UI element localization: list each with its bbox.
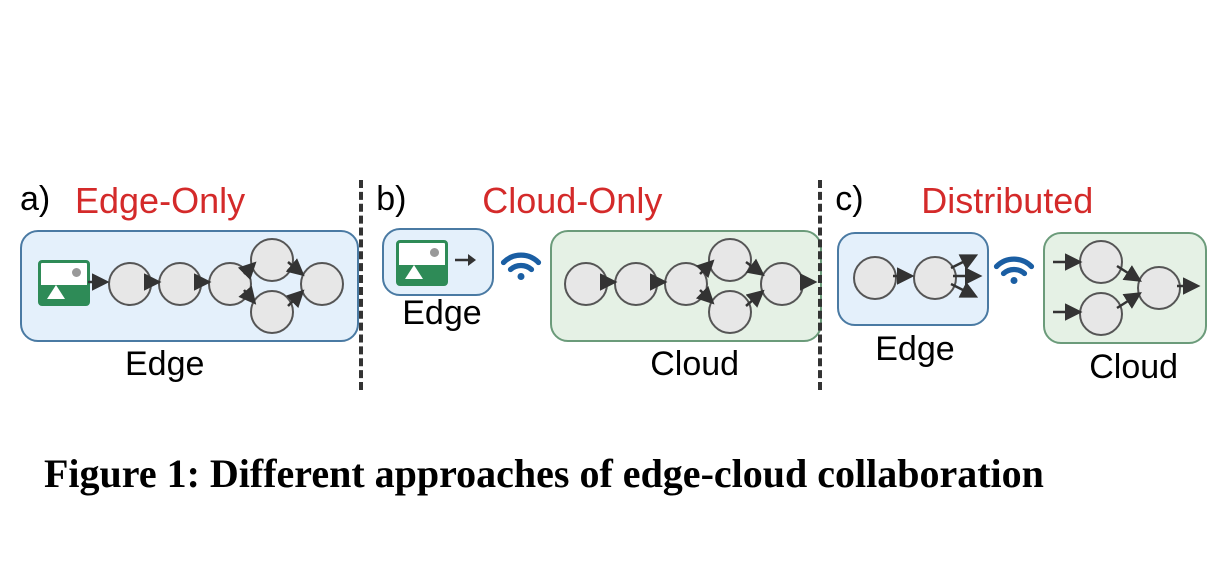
panel-a-title: Edge-Only	[75, 180, 245, 222]
nn-node	[108, 262, 152, 306]
wifi-icon	[993, 252, 1035, 288]
panel-b-label: b)	[376, 180, 406, 219]
vertical-divider	[818, 180, 822, 390]
nn-node	[708, 238, 752, 282]
nn-node	[760, 262, 804, 306]
arrow-icon	[454, 252, 476, 268]
separator-ab	[355, 190, 372, 430]
panel-c-edge-caption: Edge	[875, 330, 954, 369]
nn-node	[250, 290, 294, 334]
nn-node	[564, 262, 608, 306]
vertical-divider	[359, 180, 363, 390]
nn-node	[158, 262, 202, 306]
panel-a-label: a)	[20, 180, 50, 219]
nn-node	[1137, 266, 1181, 310]
panel-c-cloud-caption: Cloud	[1089, 348, 1178, 387]
separator-bc	[814, 190, 831, 430]
figure-caption: Figure 1: Different approaches of edge-c…	[0, 450, 1223, 497]
panel-c-title: Distributed	[921, 180, 1093, 222]
nn-node	[614, 262, 658, 306]
figure-stage: a) Edge-Only	[0, 0, 1223, 569]
image-icon	[38, 260, 90, 306]
nn-node	[853, 256, 897, 300]
panel-a: a) Edge-Only	[20, 190, 355, 430]
nn-node	[250, 238, 294, 282]
panel-b-cloud-caption: Cloud	[650, 345, 739, 384]
diagram-row: a) Edge-Only	[20, 190, 1200, 430]
panel-c-cloud-box	[1043, 232, 1207, 344]
nn-node	[1079, 292, 1123, 336]
panel-c: c) Distributed Edge	[831, 190, 1200, 430]
nn-node	[664, 262, 708, 306]
panel-b-title: Cloud-Only	[482, 180, 662, 222]
nn-node	[300, 262, 344, 306]
panel-c-label: c)	[835, 180, 863, 219]
panel-b: b) Cloud-Only Edge	[372, 190, 814, 430]
nn-node	[208, 262, 252, 306]
nn-node	[1079, 240, 1123, 284]
nn-node	[708, 290, 752, 334]
nn-node	[913, 256, 957, 300]
image-icon	[396, 240, 448, 286]
panel-a-edge-caption: Edge	[125, 345, 204, 384]
wifi-icon	[500, 248, 542, 284]
panel-b-edge-caption: Edge	[402, 294, 481, 333]
